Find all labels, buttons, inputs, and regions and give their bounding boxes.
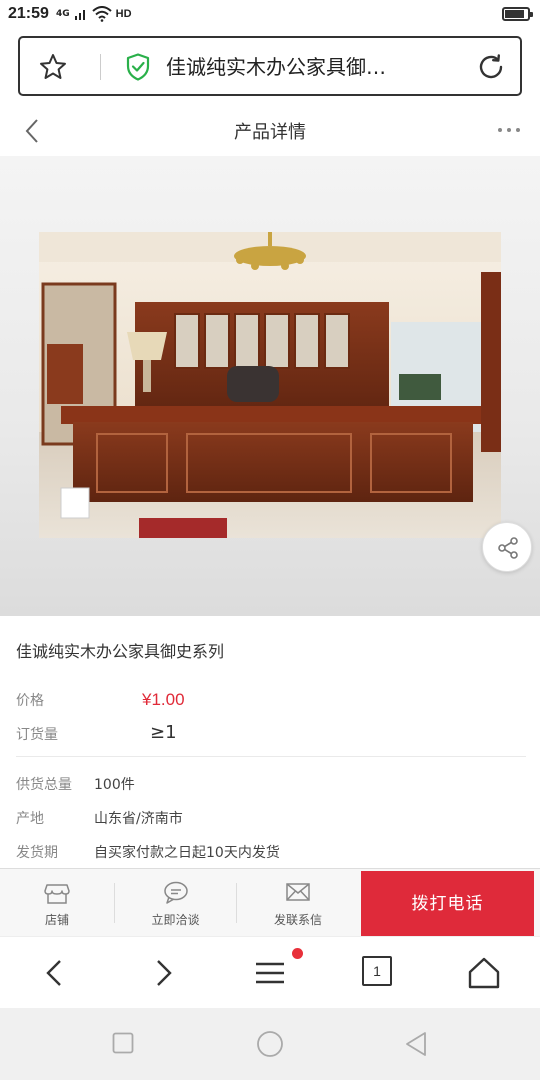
chat-bubble-icon [163,881,188,904]
signal-icon [74,10,85,20]
forward-arrow-icon[interactable] [144,955,180,991]
message-label: 发联系信 [273,913,322,927]
delivery-value: 自买家付款之日起10天内发货 [94,845,280,861]
supply-value: 100件 [94,777,135,793]
shield-check-icon [126,53,150,81]
store-label: 店铺 [44,913,69,927]
back-triangle-icon[interactable] [404,1031,428,1057]
store-icon [44,884,70,904]
store-button[interactable]: 店铺 [0,869,114,937]
battery-level [505,10,524,18]
call-button[interactable]: 拨打电话 [361,871,534,937]
delivery-label: 发货期 [16,845,58,861]
chat-button[interactable]: 立即洽谈 [115,869,236,937]
page-title: 产品详情 [234,122,306,143]
product-photo[interactable] [39,232,501,538]
price-value: ¥1.00 [142,690,185,709]
signal-label: 4G [56,9,70,19]
tabs-icon[interactable]: 1 [362,956,392,986]
share-icon [498,537,518,559]
share-button[interactable] [482,522,532,572]
address-bar[interactable]: 佳诚纯实木办公家具御… [18,36,522,96]
star-outline-icon[interactable] [38,52,68,82]
envelope-icon [286,883,310,901]
notification-dot [292,948,303,959]
supply-label: 供货总量 [16,777,72,793]
address-title[interactable]: 佳诚纯实木办公家具御… [166,51,466,80]
menu-icon[interactable] [252,955,288,991]
address-divider [100,54,101,80]
action-bar: 店铺 立即洽谈 发联系信 拨打电话 [0,868,540,937]
refresh-icon[interactable] [476,52,506,82]
status-bar: 21:59 4G HD [0,0,540,30]
wifi-icon [91,6,112,22]
moq-label: 订货量 [16,727,58,743]
back-arrow-icon[interactable] [38,955,74,991]
page-header: 产品详情 [0,104,540,156]
product-name: 佳诚纯实木办公家具御史系列 [16,642,225,661]
browser-toolbar [0,936,540,1008]
android-nav-bar [0,1008,540,1080]
home-icon[interactable] [466,955,502,991]
chat-label: 立即洽谈 [151,913,200,927]
details-divider [16,756,526,757]
origin-label: 产地 [16,811,44,827]
status-time: 21:59 [8,5,49,22]
status-icons: 4G HD [56,6,132,22]
more-horizontal-icon[interactable] [498,128,520,132]
recents-square-icon[interactable] [112,1032,134,1054]
battery-icon [502,7,533,21]
product-gallery[interactable] [0,156,540,616]
moq-value: ≥1 [150,722,177,743]
message-button[interactable]: 发联系信 [237,869,359,937]
hd-label: HD [115,8,132,20]
origin-value: 山东省/济南市 [94,811,183,827]
home-circle-icon[interactable] [256,1030,284,1058]
price-label: 价格 [16,693,44,709]
